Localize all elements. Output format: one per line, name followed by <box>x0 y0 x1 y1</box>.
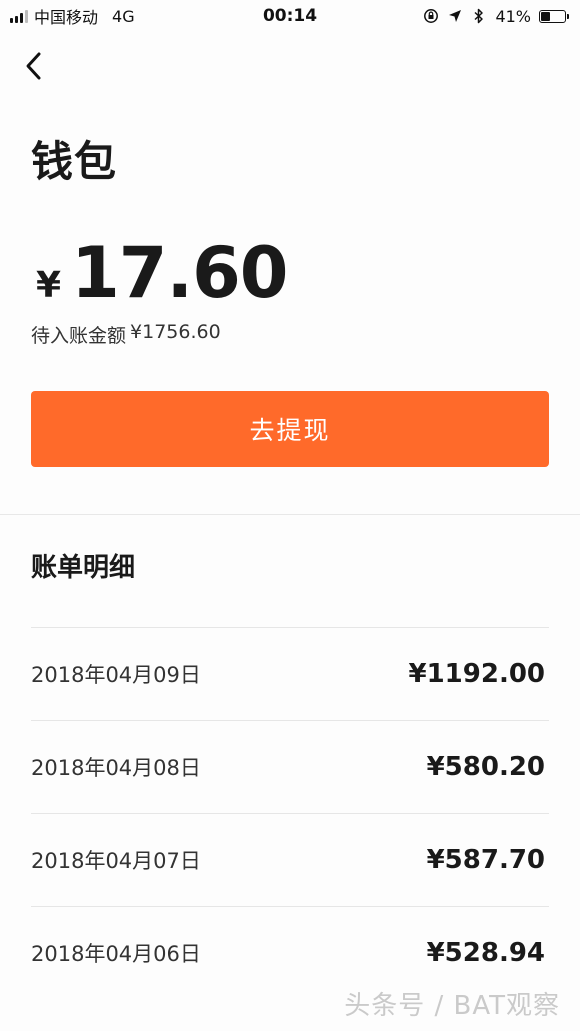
balance-display: ¥ 17.60 <box>36 232 288 314</box>
bills-section-title: 账单明细 <box>31 553 136 583</box>
bill-list: 2018年04月09日 ¥1192.00 2018年04月08日 ¥580.20… <box>31 627 549 999</box>
bill-amount: ¥1192.00 <box>408 659 545 689</box>
bill-date: 2018年04月06日 <box>31 942 201 966</box>
location-icon <box>447 8 463 24</box>
status-bar: 中国移动 4G 00:14 41% <box>0 0 580 32</box>
list-item[interactable]: 2018年04月08日 ¥580.20 <box>31 720 549 813</box>
balance-amount: 17.60 <box>71 232 288 314</box>
bill-amount: ¥580.20 <box>426 752 545 782</box>
bill-date: 2018年04月07日 <box>31 849 201 873</box>
status-bar-right: 41% <box>423 6 569 26</box>
section-divider <box>0 514 580 515</box>
pending-amount: 待入账金额 ¥1756.60 <box>31 321 221 348</box>
pending-label: 待入账金额 <box>31 325 127 347</box>
bill-amount: ¥587.70 <box>426 845 545 875</box>
back-button[interactable] <box>16 46 52 86</box>
battery-icon <box>539 9 569 23</box>
bill-amount: ¥528.94 <box>426 938 545 968</box>
withdraw-button[interactable]: 去提现 <box>31 391 549 467</box>
battery-percent: 41% <box>495 6 531 26</box>
bill-date: 2018年04月09日 <box>31 663 201 687</box>
watermark: 头条号 / BAT观察 <box>344 991 560 1021</box>
currency-symbol: ¥ <box>36 265 62 306</box>
page-title: 钱包 <box>31 137 118 186</box>
list-item[interactable]: 2018年04月09日 ¥1192.00 <box>31 627 549 720</box>
wallet-screen: 中国移动 4G 00:14 41% 钱包 ¥ 17.60 待入账金额 ¥1756 <box>0 0 580 1031</box>
list-item[interactable]: 2018年04月07日 ¥587.70 <box>31 813 549 906</box>
bluetooth-icon <box>471 8 487 24</box>
orientation-lock-icon <box>423 8 439 24</box>
pending-value: ¥1756.60 <box>130 321 221 343</box>
bill-date: 2018年04月08日 <box>31 756 201 780</box>
back-arrow-icon <box>26 52 41 80</box>
